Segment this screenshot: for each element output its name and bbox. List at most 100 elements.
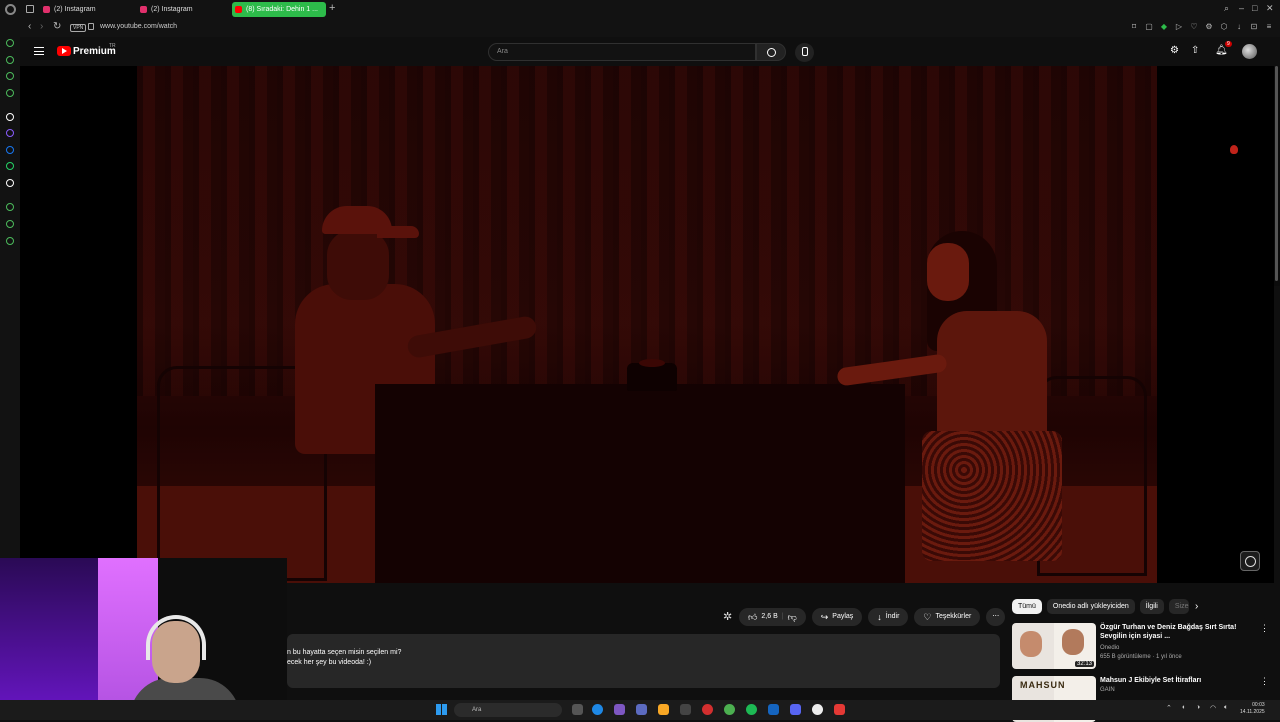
more-vert-icon[interactable]: ⋮ [1260,623,1269,634]
search-button[interactable] [756,43,786,61]
obs-icon[interactable] [812,704,823,715]
more-actions-button[interactable]: ⋯ [986,608,1006,626]
sidebar-shopping-icon[interactable] [6,56,14,64]
like-dislike-button[interactable]: 👍︎ 2,6 B | 👎︎ [739,608,806,626]
menu-icon[interactable]: ≡ [1264,22,1274,31]
play-icon[interactable]: ▷ [1174,22,1184,31]
back-icon[interactable]: ‹ [28,21,31,32]
sidebar-bulb-icon[interactable] [6,220,14,228]
heart-icon[interactable]: ♡ [1189,22,1199,31]
forward-icon[interactable]: › [40,21,43,32]
chip-all[interactable]: Tümü [1012,599,1042,614]
bookmark-icon[interactable]: ⌑ [1129,22,1139,31]
steam-icon[interactable] [768,704,779,715]
minimize-button[interactable]: – [1239,3,1244,13]
guide-menu-icon[interactable] [34,47,44,55]
download-button[interactable]: ↓ İndir [868,608,909,626]
windows-start-icon[interactable] [436,704,447,715]
upload-icon[interactable]: ⇧ [1191,45,1199,56]
create-icon[interactable]: ⚙ [1170,45,1179,56]
tab-youtube-active[interactable]: (8) Sıradaki: Dehin 1 ... [232,2,326,17]
search-input[interactable]: Ara [488,43,756,61]
app-icon[interactable] [834,704,845,715]
page-scrollbar[interactable] [1274,66,1280,286]
tray-chevron-icon[interactable]: ⌃ [1166,704,1172,712]
extensions-icon[interactable]: ⬡ [1219,22,1229,31]
chip-for-you[interactable]: Size [1168,599,1189,614]
thanks-button[interactable]: ♡ Teşekkürler [914,608,981,626]
new-tab-button[interactable]: + [329,2,335,14]
wifi-icon[interactable]: ◠ [1210,704,1216,712]
recommendation-thumbnail[interactable]: 32:13 [1012,623,1096,669]
chrome-icon[interactable] [724,704,735,715]
recommendation-title[interactable]: Mahsun J Ekibiyle Set İtirafları [1100,676,1250,685]
channel-name[interactable]: Onedio [1100,645,1119,651]
sidebar-chat-icon[interactable] [6,72,14,80]
discord-icon[interactable] [790,704,801,715]
chip-from-uploader[interactable]: Onedio adlı yükleyiciden [1046,599,1135,614]
tab-label: (8) Sıradaki: Dehin 1 ... [246,6,318,13]
taskbar-search-input[interactable]: Ara [454,703,562,717]
maximize-button[interactable]: □ [1252,3,1257,13]
download-icon[interactable]: ↓ [1234,22,1244,31]
opera-menu-icon[interactable] [5,4,16,15]
sidebar-settings-icon[interactable] [6,237,14,245]
sidebar-clock-icon[interactable] [6,203,14,211]
video-description[interactable]: n bu hayatta seçen misin seçilen mi? ece… [287,634,1000,688]
settings-gear-icon[interactable]: ✲ [723,610,732,623]
sidebar-notes-icon[interactable] [6,89,14,97]
tab-instagram-1[interactable]: (2) Instagram [40,2,134,17]
wallet-icon[interactable]: ⊡ [1249,22,1259,31]
adblock-shield-icon[interactable]: ◆ [1159,22,1169,31]
address-bar-row: ‹ › ↻ VPN www.youtube.com/watch ⌑ ▢ ◆ ▷ … [20,19,1280,37]
clock-date: 14.11.2025 [1240,709,1265,715]
tab-instagram-2[interactable]: (2) Instagram [137,2,229,17]
vpn-badge[interactable]: VPN [70,24,87,32]
tray-app-icon[interactable]: ◐ [1182,704,1186,711]
settings-icon[interactable]: ⚙ [1204,22,1214,31]
thumbs-up-icon[interactable]: 👍︎ [748,608,757,626]
teams-icon[interactable] [636,704,647,715]
sidebar-x-icon[interactable] [6,179,14,187]
system-clock[interactable]: 00:03 14.11.2025 [1240,702,1265,716]
reload-icon[interactable]: ↻ [53,21,61,32]
sidebar-aria-icon[interactable] [6,113,14,121]
thumbs-down-icon[interactable]: 👎︎ [788,608,797,626]
voice-search-button[interactable] [795,43,814,62]
recommendation-title[interactable]: Özgür Turhan ve Deniz Bağdaş Sırt Sırta!… [1100,623,1250,641]
search-tabs-icon[interactable]: ⌕ [1224,3,1229,14]
copilot-icon[interactable] [614,704,625,715]
sidebar-twitch-icon[interactable] [6,129,14,137]
account-avatar[interactable] [1242,44,1257,59]
player-overlay-icon[interactable] [1240,551,1260,571]
share-button[interactable]: ↪ Paylaş [811,608,863,626]
description-line: ecek her şey bu videoda! :) [287,659,372,666]
volume-icon[interactable]: 🔈︎ [1224,704,1228,712]
sidebar-history-icon[interactable] [6,39,14,47]
man-head [327,230,389,300]
file-explorer-icon[interactable] [658,704,669,715]
chip-related[interactable]: İlgili [1139,599,1164,614]
edge-icon[interactable] [592,704,603,715]
like-count: 2,6 B [761,613,778,620]
channel-name[interactable]: GAIN [1100,687,1115,693]
task-view-icon[interactable] [572,704,583,715]
more-vert-icon[interactable]: ⋮ [1260,676,1269,687]
sidebar-whatsapp-icon[interactable] [6,162,14,170]
sidebar-messenger-icon[interactable] [6,146,14,154]
lock-icon[interactable] [88,23,94,30]
snapshot-icon[interactable]: ▢ [1144,22,1154,31]
chevron-right-icon[interactable]: › [1195,601,1198,612]
video-player[interactable] [20,66,1274,583]
url-field[interactable]: www.youtube.com/watch [100,23,177,30]
youtube-logo-icon[interactable] [57,46,71,56]
close-window-button[interactable]: ✕ [1266,3,1274,14]
scrollbar-thumb[interactable] [1275,66,1278,281]
tab-overview-icon[interactable] [26,5,34,13]
channel-watermark-icon[interactable] [1230,145,1238,154]
tray-app-icon[interactable]: ◑ [1196,704,1200,711]
store-icon[interactable] [680,704,691,715]
opera-gx-icon[interactable] [702,704,713,715]
recommendation-item[interactable]: 32:13 Özgür Turhan ve Deniz Bağdaş Sırt … [1012,623,1272,669]
spotify-icon[interactable] [746,704,757,715]
